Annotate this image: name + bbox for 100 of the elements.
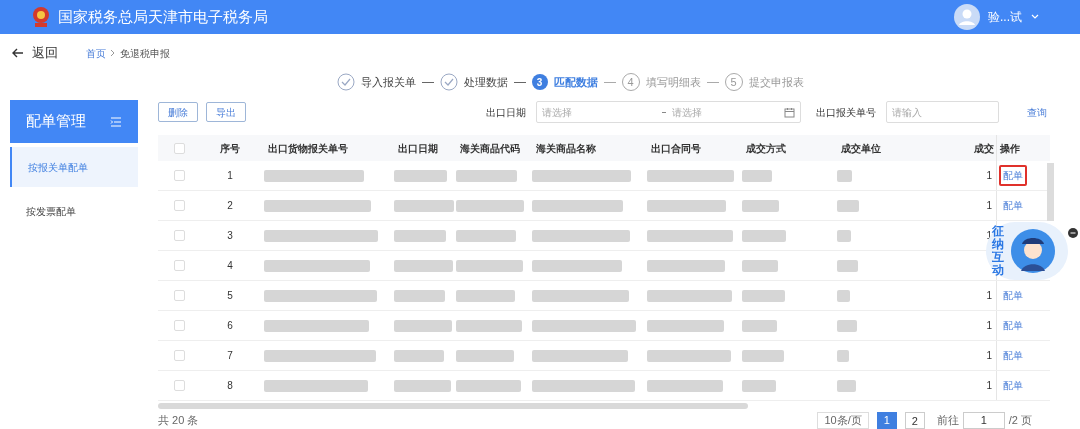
blurred-cell	[394, 199, 454, 212]
row-number: 8	[227, 380, 233, 391]
row-number: 3	[227, 230, 233, 241]
start-date-placeholder: 请选择	[542, 105, 572, 120]
column-header: 海关商品名称	[536, 142, 596, 154]
row-checkbox[interactable]	[173, 320, 185, 331]
calendar-icon[interactable]	[784, 106, 795, 118]
row-checkbox[interactable]	[173, 380, 185, 391]
row-checkbox[interactable]	[173, 230, 185, 241]
step-label: 匹配数据	[553, 74, 598, 90]
column-header: 成交单位	[841, 142, 881, 154]
blurred-cell	[394, 289, 445, 302]
blurred-cell	[394, 169, 447, 182]
select-all-checkbox[interactable]	[173, 142, 185, 154]
blurred-cell	[837, 169, 852, 182]
blurred-cell	[394, 229, 446, 242]
collapse-icon[interactable]	[1068, 228, 1078, 238]
declaration-number-field[interactable]: 请输入	[886, 101, 999, 123]
step-label: 导入报关单	[360, 74, 416, 90]
row-checkbox[interactable]	[173, 200, 185, 211]
column-header: 操作	[1000, 141, 1020, 156]
blurred-cell	[394, 379, 451, 392]
match-link[interactable]: 配单	[999, 345, 1027, 366]
blurred-cell	[837, 349, 849, 362]
menu-icon[interactable]	[110, 116, 122, 127]
sidebar-title: 配单管理	[26, 111, 86, 132]
row-number: 1	[227, 170, 233, 181]
date-range-field[interactable]: 请选择 请选择	[536, 101, 801, 123]
row-checkbox[interactable]	[173, 170, 185, 181]
toolbar-button[interactable]: 导出	[206, 102, 246, 122]
page-count: /2 页	[1008, 412, 1032, 428]
column-header: 序号	[220, 142, 240, 154]
blurred-cell	[394, 319, 452, 332]
back-arrow-icon[interactable]	[12, 47, 24, 59]
column-header: 海关商品代码	[460, 142, 520, 154]
date-label: 出口日期	[486, 105, 526, 120]
goto-page-field[interactable]: 1	[962, 411, 1005, 429]
row-checkbox[interactable]	[173, 290, 185, 301]
sidebar-item[interactable]: 按报关单配单	[10, 147, 138, 187]
match-link[interactable]: 配单	[999, 195, 1027, 216]
blurred-cell	[837, 379, 856, 392]
row-number: 6	[227, 320, 233, 331]
blurred-cell	[837, 259, 858, 272]
back-link[interactable]: 返回	[32, 43, 58, 63]
blurred-cell	[742, 379, 776, 392]
blurred-cell	[394, 349, 444, 362]
step-label: 处理数据	[463, 74, 508, 90]
blurred-cell	[456, 349, 514, 362]
chevron-right-icon	[110, 49, 116, 57]
step-number: 3	[531, 74, 548, 90]
vertical-scrollbar[interactable]	[1047, 163, 1054, 221]
match-link[interactable]: 配单	[999, 285, 1027, 306]
blurred-cell	[742, 169, 772, 182]
blurred-cell	[742, 319, 777, 332]
quantity-cell: 1	[986, 170, 992, 181]
match-link[interactable]: 配单	[999, 315, 1027, 336]
sidebar-item[interactable]: 按发票配单	[10, 191, 138, 231]
toolbar-button[interactable]: 删除	[158, 102, 198, 122]
match-link[interactable]: 配单	[999, 375, 1027, 396]
match-link[interactable]: 配单	[999, 165, 1027, 186]
row-number: 7	[227, 350, 233, 361]
blurred-cell	[837, 319, 857, 332]
quantity-cell: 1	[986, 380, 992, 391]
breadcrumb-item: 免退税申报	[120, 46, 170, 61]
total-count: 共 20 条	[158, 412, 199, 428]
page-button[interactable]: 1	[876, 411, 897, 429]
column-header: 出口合同号	[651, 142, 701, 154]
horizontal-scrollbar[interactable]	[158, 403, 748, 409]
breadcrumb-item[interactable]: 首页	[86, 45, 106, 61]
blurred-cell	[742, 229, 786, 242]
query-link[interactable]: 查询	[1027, 104, 1047, 120]
page-button[interactable]: 2	[904, 411, 925, 429]
avatar-icon[interactable]	[954, 4, 980, 30]
row-checkbox[interactable]	[173, 260, 185, 271]
row-number: 4	[227, 260, 233, 271]
row-checkbox[interactable]	[173, 350, 185, 361]
step-label: 提交申报表	[748, 74, 804, 90]
blurred-cell	[742, 199, 779, 212]
blurred-cell	[837, 289, 850, 302]
widget-label: 征纳互动	[992, 224, 1004, 278]
blurred-cell	[456, 319, 522, 332]
blurred-cell	[456, 289, 515, 302]
blurred-cell	[394, 259, 453, 272]
emblem-icon	[32, 6, 50, 28]
blurred-cell	[742, 349, 784, 362]
blurred-cell	[742, 259, 778, 272]
row-number: 2	[227, 200, 233, 211]
goto-label: 前往	[936, 412, 959, 428]
blurred-cell	[456, 169, 517, 182]
blurred-cell	[742, 289, 785, 302]
page-size-select[interactable]: 10条/页	[817, 411, 869, 429]
quantity-cell: 1	[986, 200, 992, 211]
figure-icon	[1010, 226, 1056, 276]
site-title: 国家税务总局天津市电子税务局	[58, 6, 268, 27]
blurred-cell	[837, 229, 851, 242]
end-date-placeholder: 请选择	[672, 105, 702, 120]
blurred-cell	[456, 199, 524, 212]
user-name[interactable]: 验...试	[988, 8, 1022, 26]
blurred-cell	[837, 199, 859, 212]
column-header: 出口日期	[398, 142, 438, 154]
